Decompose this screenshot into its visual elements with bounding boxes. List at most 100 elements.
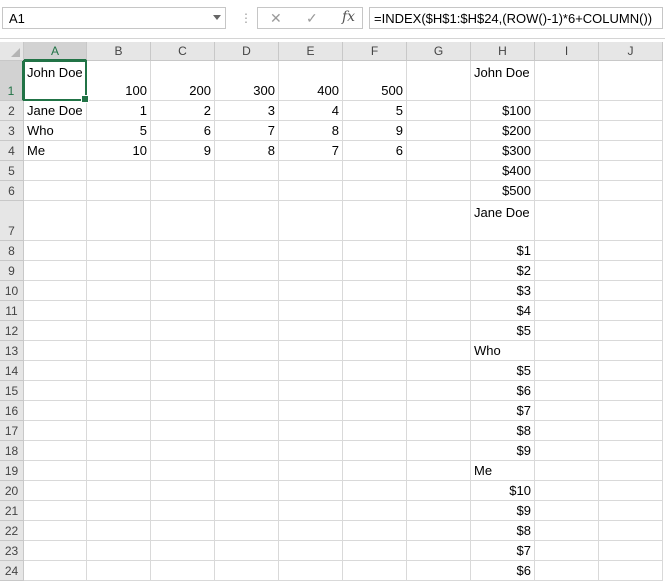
cell-i11[interactable] [535,301,599,321]
cell-e16[interactable] [279,401,343,421]
cell-f12[interactable] [343,321,407,341]
cell-h16[interactable]: $7 [471,401,535,421]
row-header-3[interactable]: 3 [0,121,24,141]
cell-h6[interactable]: $500 [471,181,535,201]
cell-h12[interactable]: $5 [471,321,535,341]
row-header-8[interactable]: 8 [0,241,24,261]
cell-b8[interactable] [87,241,151,261]
cell-i3[interactable] [535,121,599,141]
cell-h24[interactable]: $6 [471,561,535,581]
row-header-7[interactable]: 7 [0,201,24,241]
cell-a23[interactable] [24,541,87,561]
cell-f9[interactable] [343,261,407,281]
cell-j1[interactable] [599,61,663,101]
cell-j17[interactable] [599,421,663,441]
cell-i2[interactable] [535,101,599,121]
name-box[interactable]: A1 [2,7,226,29]
cell-f3[interactable]: 9 [343,121,407,141]
cell-g10[interactable] [407,281,471,301]
cell-b16[interactable] [87,401,151,421]
cell-j7[interactable] [599,201,663,241]
cell-f13[interactable] [343,341,407,361]
cell-j18[interactable] [599,441,663,461]
cell-j5[interactable] [599,161,663,181]
cell-g3[interactable] [407,121,471,141]
row-header-23[interactable]: 23 [0,541,24,561]
row-header-1[interactable]: 1 [0,61,24,101]
cell-i23[interactable] [535,541,599,561]
cell-d6[interactable] [215,181,279,201]
row-header-6[interactable]: 6 [0,181,24,201]
cell-e9[interactable] [279,261,343,281]
cell-h2[interactable]: $100 [471,101,535,121]
cell-b17[interactable] [87,421,151,441]
cell-j16[interactable] [599,401,663,421]
row-header-20[interactable]: 20 [0,481,24,501]
cell-c21[interactable] [151,501,215,521]
cell-g24[interactable] [407,561,471,581]
cell-d1[interactable]: 300 [215,61,279,101]
row-header-19[interactable]: 19 [0,461,24,481]
row-header-9[interactable]: 9 [0,261,24,281]
cell-c11[interactable] [151,301,215,321]
cell-j14[interactable] [599,361,663,381]
cell-h21[interactable]: $9 [471,501,535,521]
cell-c17[interactable] [151,421,215,441]
cell-h11[interactable]: $4 [471,301,535,321]
cell-c24[interactable] [151,561,215,581]
cell-i18[interactable] [535,441,599,461]
cell-h17[interactable]: $8 [471,421,535,441]
cell-e7[interactable] [279,201,343,241]
row-header-24[interactable]: 24 [0,561,24,581]
cell-d9[interactable] [215,261,279,281]
cell-f14[interactable] [343,361,407,381]
cell-b10[interactable] [87,281,151,301]
row-header-5[interactable]: 5 [0,161,24,181]
cell-d20[interactable] [215,481,279,501]
cell-f19[interactable] [343,461,407,481]
cell-i19[interactable] [535,461,599,481]
cell-b19[interactable] [87,461,151,481]
cell-a17[interactable] [24,421,87,441]
cell-i6[interactable] [535,181,599,201]
cell-i9[interactable] [535,261,599,281]
cell-c22[interactable] [151,521,215,541]
cell-g7[interactable] [407,201,471,241]
cell-e6[interactable] [279,181,343,201]
cell-h15[interactable]: $6 [471,381,535,401]
cell-d2[interactable]: 3 [215,101,279,121]
column-header-e[interactable]: E [279,42,343,61]
cell-h20[interactable]: $10 [471,481,535,501]
cell-g5[interactable] [407,161,471,181]
cell-a9[interactable] [24,261,87,281]
cell-c10[interactable] [151,281,215,301]
cell-j11[interactable] [599,301,663,321]
cell-a2[interactable]: Jane Doe [24,101,87,121]
cell-b3[interactable]: 5 [87,121,151,141]
cell-g14[interactable] [407,361,471,381]
cell-e18[interactable] [279,441,343,461]
cell-g8[interactable] [407,241,471,261]
cell-i1[interactable] [535,61,599,101]
cell-g6[interactable] [407,181,471,201]
cell-a15[interactable] [24,381,87,401]
chevron-down-icon[interactable] [213,15,221,20]
cell-a21[interactable] [24,501,87,521]
cell-f22[interactable] [343,521,407,541]
cell-a18[interactable] [24,441,87,461]
cell-j2[interactable] [599,101,663,121]
cell-g22[interactable] [407,521,471,541]
cell-c9[interactable] [151,261,215,281]
cell-c8[interactable] [151,241,215,261]
cell-c5[interactable] [151,161,215,181]
cell-c14[interactable] [151,361,215,381]
cell-b4[interactable]: 10 [87,141,151,161]
cell-h19[interactable]: Me [471,461,535,481]
column-header-h[interactable]: H [471,42,535,61]
cell-h8[interactable]: $1 [471,241,535,261]
cell-f18[interactable] [343,441,407,461]
cell-b5[interactable] [87,161,151,181]
cell-f1[interactable]: 500 [343,61,407,101]
select-all-button[interactable] [0,42,24,61]
cell-f6[interactable] [343,181,407,201]
